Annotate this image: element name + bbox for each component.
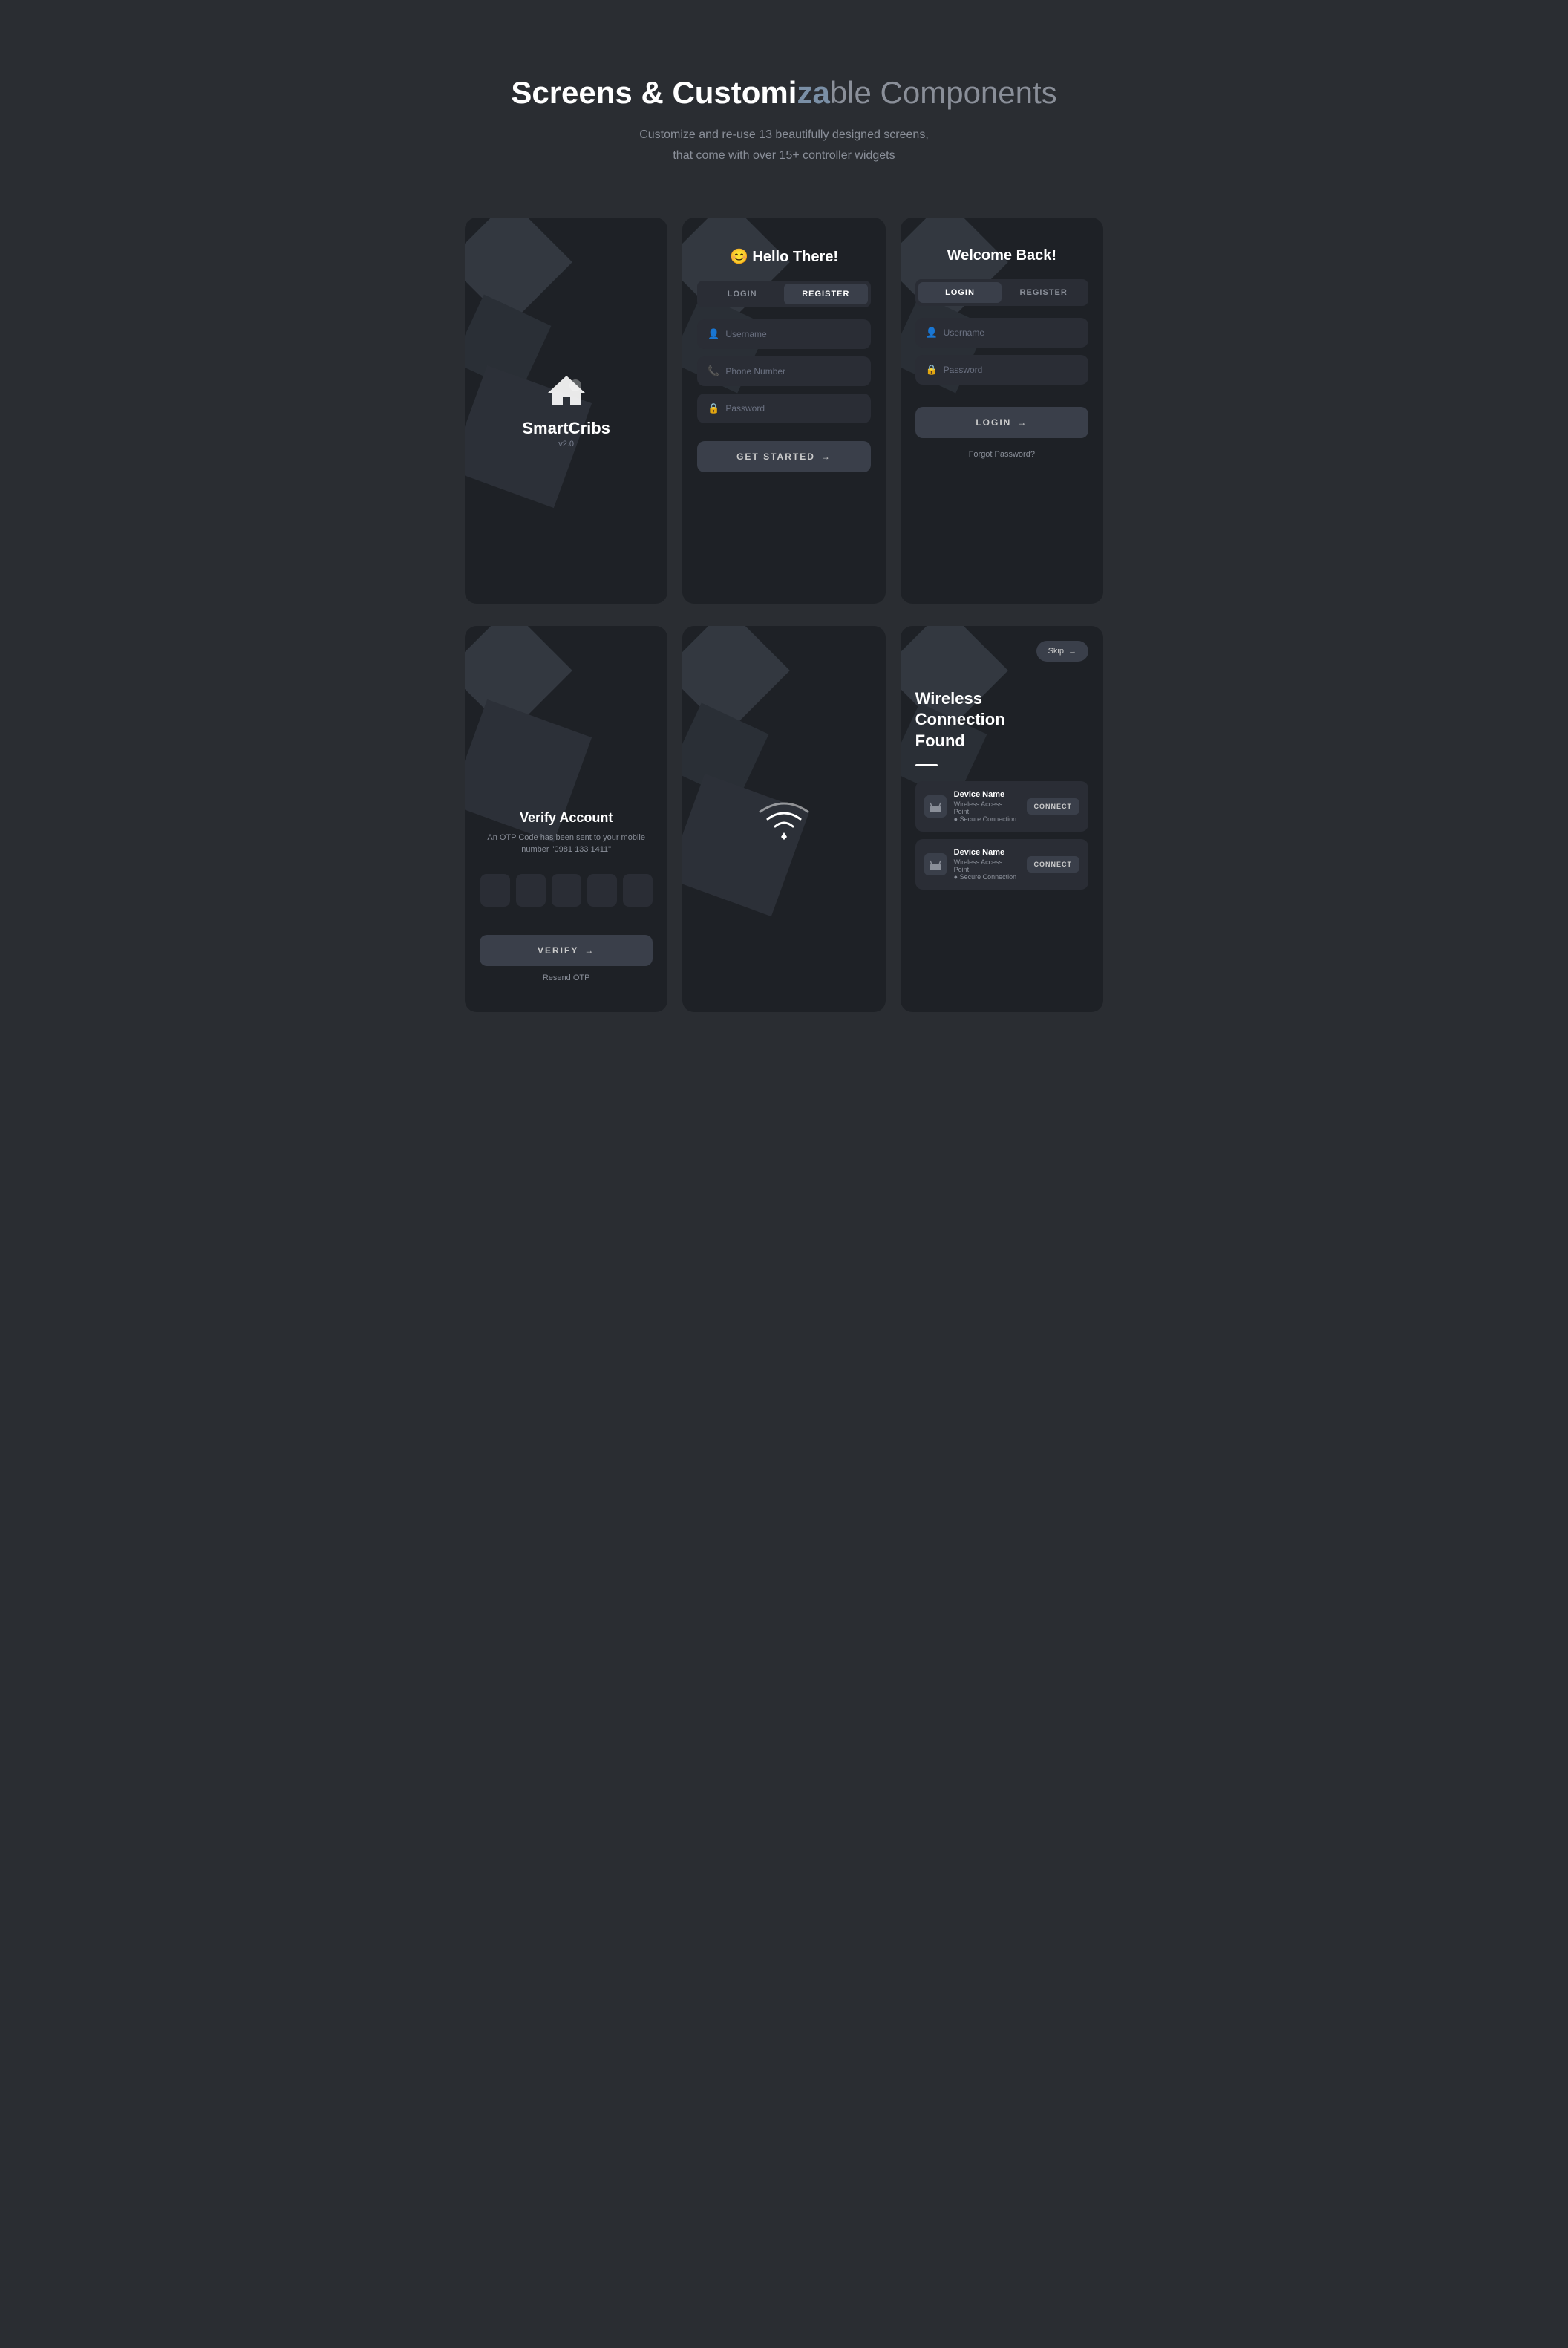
logo-container: SmartCribs v2.0 bbox=[522, 372, 610, 449]
device-1-secure: ● Secure Connection bbox=[954, 815, 1019, 823]
router-icon-2 bbox=[924, 853, 947, 875]
phone-label: Phone Number bbox=[725, 366, 785, 376]
password-field: 🔒 Password bbox=[697, 394, 870, 423]
skip-button[interactable]: Skip → bbox=[1036, 641, 1088, 662]
app-name: SmartCribs bbox=[522, 419, 610, 438]
resend-otp-link[interactable]: Resend OTP bbox=[480, 974, 653, 982]
password-field-login: 🔒 Password bbox=[915, 355, 1088, 385]
greeting-text: 😊 Hello There! bbox=[697, 247, 870, 266]
app-version: v2.0 bbox=[558, 440, 574, 449]
verify-subtitle: An OTP Code has been sent to your mobile… bbox=[480, 832, 653, 856]
device-1-type: Wireless Access Point bbox=[954, 800, 1019, 815]
otp-box-2[interactable] bbox=[516, 874, 546, 907]
username-label-login: Username bbox=[944, 327, 984, 338]
register-tab[interactable]: REGISTER bbox=[784, 284, 868, 304]
device-2-secure: ● Secure Connection bbox=[954, 873, 1019, 881]
phone-icon: 📞 bbox=[708, 365, 718, 377]
page-title: Screens & Customizable Components bbox=[465, 74, 1103, 111]
otp-box-3[interactable] bbox=[552, 874, 581, 907]
password-label: Password bbox=[725, 403, 765, 414]
lock-icon: 🔒 bbox=[708, 402, 718, 414]
otp-box-4[interactable] bbox=[587, 874, 617, 907]
splash-screen-card: SmartCribs v2.0 bbox=[465, 218, 667, 604]
login-tab-active[interactable]: LOGIN bbox=[918, 282, 1002, 303]
lock-icon-login: 🔒 bbox=[926, 364, 936, 376]
verify-title: Verify Account bbox=[480, 810, 653, 826]
phone-field: 📞 Phone Number bbox=[697, 356, 870, 386]
get-started-button[interactable]: GET STARTED → bbox=[697, 441, 870, 472]
device-2-name: Device Name bbox=[954, 848, 1019, 857]
user-icon-login: 👤 bbox=[926, 327, 936, 339]
welcome-title: Welcome Back! bbox=[915, 247, 1088, 264]
auth-tab-switcher: LOGIN REGISTER bbox=[697, 281, 870, 307]
wifi-icon bbox=[754, 797, 814, 841]
screens-row-2: Verify Account An OTP Code has been sent… bbox=[465, 626, 1103, 1012]
wireless-title: Wireless Connection Found bbox=[915, 688, 1088, 752]
register-screen-card: 😊 Hello There! LOGIN REGISTER 👤 Username… bbox=[682, 218, 885, 604]
device-item-2: Device Name Wireless Access Point ● Secu… bbox=[915, 839, 1088, 890]
user-icon: 👤 bbox=[708, 328, 718, 340]
title-underline bbox=[915, 764, 938, 766]
device-2-type: Wireless Access Point bbox=[954, 858, 1019, 873]
header-subtitle: Customize and re-use 13 beautifully desi… bbox=[465, 125, 1103, 165]
forgot-password-link[interactable]: Forgot Password? bbox=[915, 450, 1088, 459]
login-screen-card: Welcome Back! LOGIN REGISTER 👤 Username … bbox=[901, 218, 1103, 604]
verify-button[interactable]: VERIFY → bbox=[480, 935, 653, 966]
connect-button-2[interactable]: CONNECT bbox=[1027, 856, 1080, 873]
otp-box-1[interactable] bbox=[480, 874, 510, 907]
otp-box-5[interactable] bbox=[623, 874, 653, 907]
verify-screen-card: Verify Account An OTP Code has been sent… bbox=[465, 626, 667, 1012]
username-field-login: 👤 Username bbox=[915, 318, 1088, 348]
screens-row-1: SmartCribs v2.0 😊 Hello There! LOGIN REG… bbox=[465, 218, 1103, 604]
username-field: 👤 Username bbox=[697, 319, 870, 349]
username-label: Username bbox=[725, 329, 766, 339]
register-tab-inactive[interactable]: REGISTER bbox=[1002, 282, 1085, 303]
wifi-screen-card bbox=[682, 626, 885, 1012]
header-section: Screens & Customizable Components Custom… bbox=[465, 45, 1103, 166]
login-button[interactable]: LOGIN → bbox=[915, 407, 1088, 438]
device-2-info: Device Name Wireless Access Point ● Secu… bbox=[954, 848, 1019, 881]
device-1-name: Device Name bbox=[954, 790, 1019, 799]
app-logo-icon bbox=[544, 372, 589, 413]
auth-tab-switcher-login: LOGIN REGISTER bbox=[915, 279, 1088, 306]
device-1-info: Device Name Wireless Access Point ● Secu… bbox=[954, 790, 1019, 823]
otp-input-group bbox=[480, 874, 653, 907]
device-item-1: Device Name Wireless Access Point ● Secu… bbox=[915, 781, 1088, 832]
wifi-icon-container bbox=[754, 797, 814, 841]
password-label-login: Password bbox=[944, 365, 983, 375]
login-tab[interactable]: LOGIN bbox=[700, 284, 784, 304]
router-icon-1 bbox=[924, 795, 947, 818]
connect-button-1[interactable]: CONNECT bbox=[1027, 798, 1080, 815]
wireless-screen-card: Skip → Wireless Connection Found bbox=[901, 626, 1103, 1012]
